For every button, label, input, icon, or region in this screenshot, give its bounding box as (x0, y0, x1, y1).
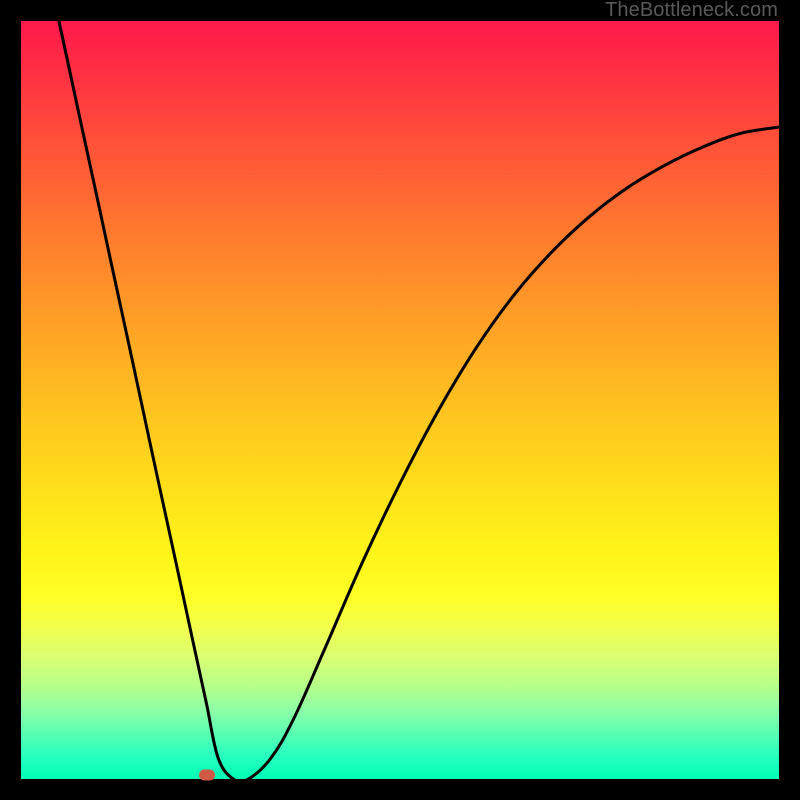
chart-marker-dot (199, 770, 215, 781)
chart-background-gradient (21, 21, 779, 779)
chart-frame (21, 21, 779, 779)
watermark-text: TheBottleneck.com (605, 0, 778, 22)
